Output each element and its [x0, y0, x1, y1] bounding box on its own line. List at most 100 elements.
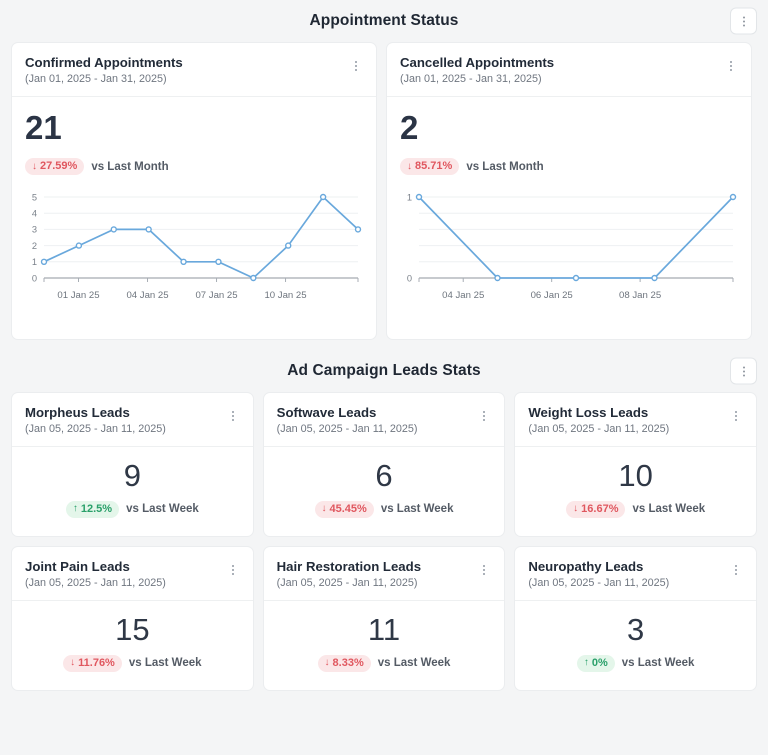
confirmed-appointments-value: 21 [25, 109, 62, 146]
svg-text:06 Jan 25: 06 Jan 25 [531, 290, 573, 301]
card-title: Cancelled Appointments [400, 55, 555, 70]
card-title: Joint Pain Leads [25, 559, 130, 574]
cancelled-appointments-chart: 0 1 04 Jan 25 06 Jan 25 08 Jan 25 [387, 175, 751, 314]
section-title: Ad Campaign Leads Stats [287, 362, 481, 379]
lead-card: Neuropathy Leads (Jan 05, 2025 - Jan 11, … [514, 546, 757, 691]
kebab-vertical-icon [735, 411, 737, 421]
delta-comparison-label: vs Last Week [632, 503, 706, 515]
appointment-cards-row: Confirmed Appointments (Jan 01, 2025 - J… [0, 42, 768, 340]
card-header: Hair Restoration Leads (Jan 05, 2025 - Ja… [263, 547, 505, 601]
arrow-down-icon: ↓ [324, 657, 330, 668]
arrow-up-icon: ↑ [72, 503, 78, 514]
card-date-range: (Jan 05, 2025 - Jan 11, 2025) [25, 577, 166, 589]
card-title: Confirmed Appointments [25, 55, 183, 70]
arrow-down-icon: ↓ [32, 160, 37, 172]
lead-card: Softwave Leads (Jan 05, 2025 - Jan 11, 20… [262, 392, 506, 537]
lead-delta: ↓ 8.33% vs Last Week [317, 654, 451, 672]
line-chart-svg: 0 1 2 3 4 5 01 Jan 25 04 Jan 25 07 Jan 25 10 Jan … [32, 192, 362, 301]
delta-value: 16.67% [581, 502, 619, 515]
status-badge: ↓ 11.76% [63, 654, 122, 672]
delta-comparison-label: vs Last Month [91, 160, 169, 173]
card-date-range: (Jan 05, 2025 - Jan 11, 2025) [276, 577, 418, 589]
lead-delta: ↑ 0% vs Last Week [576, 654, 695, 672]
card-header: Confirmed Appointments (Jan 01, 2025 - J… [12, 43, 376, 97]
svg-text:04 Jan 25: 04 Jan 25 [126, 290, 168, 301]
kebab-vertical-icon [231, 565, 234, 575]
card-title: Neuropathy Leads [528, 559, 644, 574]
status-badge: ↓ 27.59% [25, 158, 85, 175]
delta-comparison-label: vs Last Week [621, 657, 695, 669]
lead-cards-grid: Morpheus Leads (Jan 05, 2025 - Jan 11, 20… [0, 392, 768, 691]
arrow-down-icon: ↓ [407, 160, 412, 172]
card-title: Weight Loss Leads [528, 405, 649, 420]
card-date-range: (Jan 05, 2025 - Jan 11, 2025) [528, 423, 670, 435]
arrow-down-icon: ↓ [70, 657, 76, 668]
page-title: Appointment Status [309, 12, 459, 29]
lead-card-menu-button[interactable] [226, 561, 240, 579]
status-badge: ↑ 0% [576, 654, 615, 672]
lead-card-menu-button[interactable] [729, 407, 743, 425]
confirmed-appointments-card: Confirmed Appointments (Jan 01, 2025 - J… [11, 42, 377, 340]
kebab-vertical-icon [231, 411, 234, 421]
card-date-range: (Jan 05, 2025 - Jan 11, 2025) [25, 423, 166, 435]
delta-comparison-label: vs Last Week [377, 657, 451, 669]
svg-text:4: 4 [32, 209, 37, 219]
delta-comparison-label: vs Last Week [128, 657, 202, 669]
status-badge: ↑ 12.5% [65, 500, 120, 518]
line-chart-svg: 0 1 04 Jan 25 06 Jan 25 08 Jan 25 [407, 192, 737, 301]
appointment-status-menu-button[interactable] [730, 7, 757, 35]
card-date-range: (Jan 05, 2025 - Jan 11, 2025) [276, 423, 418, 435]
ad-campaign-menu-button[interactable] [730, 357, 757, 385]
delta-value: 8.33% [332, 656, 364, 669]
status-badge: ↓ 85.71% [400, 158, 460, 175]
status-badge: ↓ 45.45% [314, 500, 374, 518]
kebab-vertical-icon [483, 565, 486, 575]
card-date-range: (Jan 01, 2025 - Jan 31, 2025) [25, 73, 167, 85]
lead-delta: ↓ 45.45% vs Last Week [314, 500, 453, 518]
kebab-vertical-icon [355, 61, 357, 71]
lead-card: Weight Loss Leads (Jan 05, 2025 - Jan 11,… [514, 392, 757, 537]
svg-text:3: 3 [32, 225, 37, 235]
arrow-down-icon: ↓ [573, 503, 579, 514]
delta-comparison-label: vs Last Month [466, 160, 544, 173]
dashboard-page: Appointment Status Confirmed Appointment… [0, 0, 768, 755]
status-badge: ↓ 16.67% [566, 500, 626, 518]
confirmed-appointments-delta: ↓ 27.59% vs Last Month [12, 158, 376, 175]
lead-card-menu-button[interactable] [477, 561, 491, 579]
lead-delta: ↑ 12.5% vs Last Week [65, 500, 199, 518]
kebab-vertical-icon [735, 565, 737, 575]
status-badge: ↓ 8.33% [317, 654, 371, 672]
svg-text:08 Jan 25: 08 Jan 25 [619, 290, 661, 301]
lead-count-value: 11 [367, 611, 401, 647]
svg-text:0: 0 [407, 273, 412, 283]
svg-text:5: 5 [32, 192, 37, 202]
lead-count-value: 3 [627, 611, 645, 647]
svg-text:01 Jan 25: 01 Jan 25 [57, 290, 99, 301]
kebab-vertical-icon [730, 61, 732, 71]
lead-delta: ↓ 16.67% vs Last Week [566, 500, 706, 518]
svg-text:0: 0 [32, 273, 37, 283]
lead-count-value: 15 [115, 611, 150, 647]
cancelled-appointments-menu-button[interactable] [724, 57, 738, 75]
lead-card-menu-button[interactable] [729, 561, 743, 579]
card-date-range: (Jan 01, 2025 - Jan 31, 2025) [400, 73, 542, 85]
card-title: Hair Restoration Leads [276, 559, 422, 574]
delta-value: 11.76% [78, 656, 115, 669]
cancelled-appointments-delta: ↓ 85.71% vs Last Month [387, 158, 751, 175]
card-title: Softwave Leads [276, 405, 377, 420]
lead-count-value: 10 [618, 457, 653, 493]
card-header: Joint Pain Leads (Jan 05, 2025 - Jan 11, … [12, 547, 253, 601]
delta-value: 0% [591, 656, 608, 669]
lead-card-menu-button[interactable] [226, 407, 240, 425]
confirmed-appointments-menu-button[interactable] [349, 57, 363, 75]
card-header: Weight Loss Leads (Jan 05, 2025 - Jan 11,… [515, 393, 756, 447]
lead-card-menu-button[interactable] [477, 407, 491, 425]
delta-value: 27.59% [40, 160, 78, 172]
lead-card: Joint Pain Leads (Jan 05, 2025 - Jan 11, … [11, 546, 254, 691]
cancelled-appointments-card: Cancelled Appointments (Jan 01, 2025 - J… [386, 42, 752, 340]
ad-campaign-section-header: Ad Campaign Leads Stats [0, 350, 768, 392]
svg-text:2: 2 [32, 241, 37, 251]
delta-value: 85.71% [415, 160, 453, 172]
arrow-down-icon: ↓ [321, 503, 327, 514]
arrow-up-icon: ↑ [583, 657, 589, 668]
